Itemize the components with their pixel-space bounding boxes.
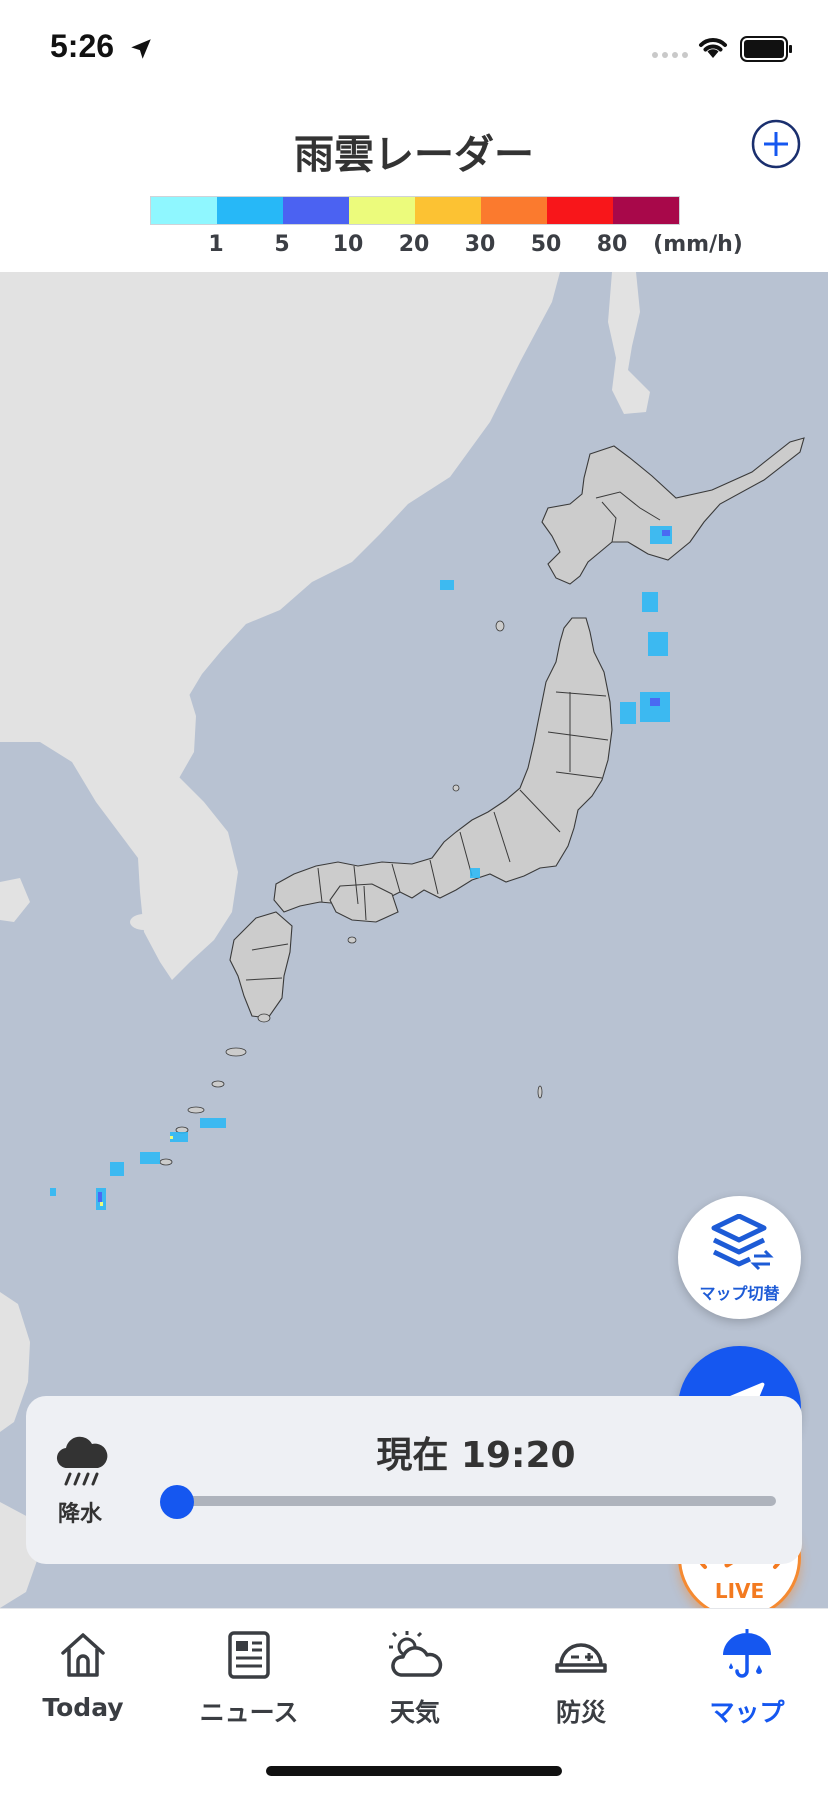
location-arrow-icon — [131, 39, 151, 59]
cellular-signal-icon — [652, 52, 688, 58]
time-control-panel: 降水 現在 19:20 — [26, 1396, 802, 1564]
hokkaido — [541, 437, 805, 585]
current-time-label: 現在 19:20 — [376, 1435, 576, 1476]
legend-label: 50 — [530, 232, 562, 257]
precipitation-legend — [150, 196, 680, 225]
precipitation-label: 降水 — [58, 1502, 103, 1527]
time-slider-knob[interactable] — [160, 1485, 194, 1519]
tab-label: ニュース — [199, 1698, 299, 1727]
map-switch-button[interactable]: マップ切替 — [678, 1196, 801, 1319]
honshu — [273, 617, 613, 913]
time-slider-track[interactable] — [176, 1496, 776, 1506]
live-label: LIVE — [714, 1579, 765, 1603]
tab-label: 防災 — [555, 1698, 606, 1727]
legend-swatch — [547, 197, 613, 224]
home-indicator — [266, 1766, 562, 1776]
helmet-icon — [555, 1643, 607, 1673]
status-bar: 5:26 — [0, 0, 828, 90]
tab-disaster-prevention[interactable]: 防災 — [498, 1609, 664, 1739]
tab-label: Today — [42, 1693, 124, 1722]
legend-label: 20 — [398, 232, 430, 257]
legend-swatch — [613, 197, 679, 224]
sakhalin-island — [608, 272, 650, 414]
legend-label: 5 — [274, 232, 290, 257]
layers-swap-icon — [711, 1214, 774, 1271]
legend-swatch — [217, 197, 283, 224]
umbrella-map-icon — [723, 1629, 771, 1678]
legend-swatch — [481, 197, 547, 224]
radar-header: 雨雲レーダー 1 5 10 20 30 50 80 (mm/h) — [0, 90, 828, 272]
tab-weather[interactable]: 天気 — [332, 1609, 498, 1739]
legend-swatch — [151, 197, 217, 224]
weather-icon — [389, 1631, 443, 1677]
legend-label: 1 — [208, 232, 224, 257]
legend-swatch — [415, 197, 481, 224]
battery-icon — [740, 36, 792, 62]
rain-cloud-icon — [56, 1436, 108, 1486]
tab-today[interactable]: Today — [0, 1609, 166, 1739]
kyushu — [229, 911, 293, 1019]
wifi-icon — [699, 38, 727, 58]
tab-label: 天気 — [389, 1698, 440, 1727]
legend-label: 30 — [464, 232, 496, 257]
legend-label: (mm/h) — [653, 232, 743, 257]
map-switch-label: マップ切替 — [699, 1284, 780, 1303]
tab-news[interactable]: ニュース — [166, 1609, 332, 1739]
legend-swatch — [283, 197, 349, 224]
status-time: 5:26 — [50, 28, 115, 64]
page-title: 雨雲レーダー — [294, 132, 534, 178]
legend-labels: 1 5 10 20 30 50 80 (mm/h) — [150, 232, 750, 262]
legend-label: 10 — [332, 232, 364, 257]
tab-label: マップ — [709, 1698, 785, 1727]
news-icon — [228, 1631, 270, 1679]
home-icon — [61, 1633, 105, 1677]
add-location-button[interactable] — [751, 119, 801, 169]
tab-map[interactable]: マップ — [664, 1609, 828, 1739]
legend-swatch — [349, 197, 415, 224]
legend-label: 80 — [596, 232, 628, 257]
